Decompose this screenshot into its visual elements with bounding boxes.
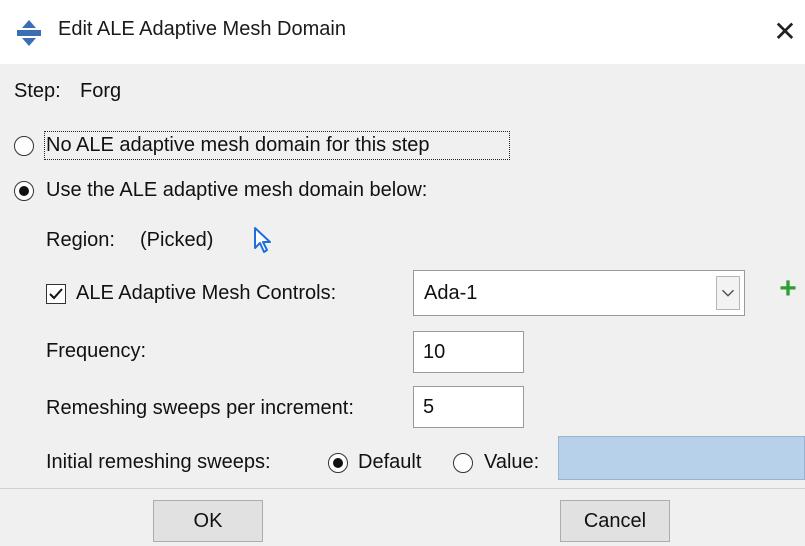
ok-button[interactable]: OK [153, 500, 263, 542]
step-value: Forg [80, 80, 122, 102]
region-label: Region: [46, 229, 115, 251]
no-domain-radio[interactable] [14, 136, 34, 156]
close-icon: ✕ [773, 16, 797, 47]
frequency-label: Frequency: [46, 340, 147, 362]
remeshing-label: Remeshing sweeps per increment: [46, 397, 354, 419]
step-label: Step: [14, 80, 61, 102]
frequency-input[interactable] [413, 331, 524, 373]
initial-default-radio[interactable] [328, 453, 348, 473]
use-domain-radio[interactable] [14, 181, 34, 201]
initial-default-label[interactable]: Default [358, 451, 421, 474]
title-bar: Edit ALE Adaptive Mesh Domain ✕ [0, 0, 805, 64]
controls-checkbox[interactable] [46, 284, 66, 304]
initial-value-label[interactable]: Value: [484, 451, 539, 474]
controls-label[interactable]: ALE Adaptive Mesh Controls: [76, 282, 336, 305]
checkmark-icon [49, 288, 63, 300]
no-domain-label[interactable]: No ALE adaptive mesh domain for this ste… [46, 134, 430, 157]
initial-value-radio[interactable] [453, 453, 473, 473]
add-controls-icon[interactable]: + [775, 274, 801, 304]
use-domain-label[interactable]: Use the ALE adaptive mesh domain below: [46, 179, 427, 202]
controls-select[interactable]: Ada-1 [413, 270, 745, 316]
initial-value-input[interactable] [558, 436, 805, 480]
region-value: (Picked) [140, 229, 214, 251]
initial-label: Initial remeshing sweeps: [46, 451, 271, 473]
dropdown-button[interactable] [716, 276, 740, 310]
app-icon [17, 20, 41, 46]
controls-select-value: Ada-1 [424, 282, 478, 304]
remeshing-input[interactable] [413, 386, 524, 428]
footer-separator [0, 488, 805, 489]
cancel-button[interactable]: Cancel [560, 500, 670, 542]
chevron-down-icon [721, 289, 735, 297]
close-button[interactable]: ✕ [770, 14, 800, 50]
pick-cursor-icon[interactable] [252, 226, 274, 254]
window-title: Edit ALE Adaptive Mesh Domain [58, 18, 346, 40]
